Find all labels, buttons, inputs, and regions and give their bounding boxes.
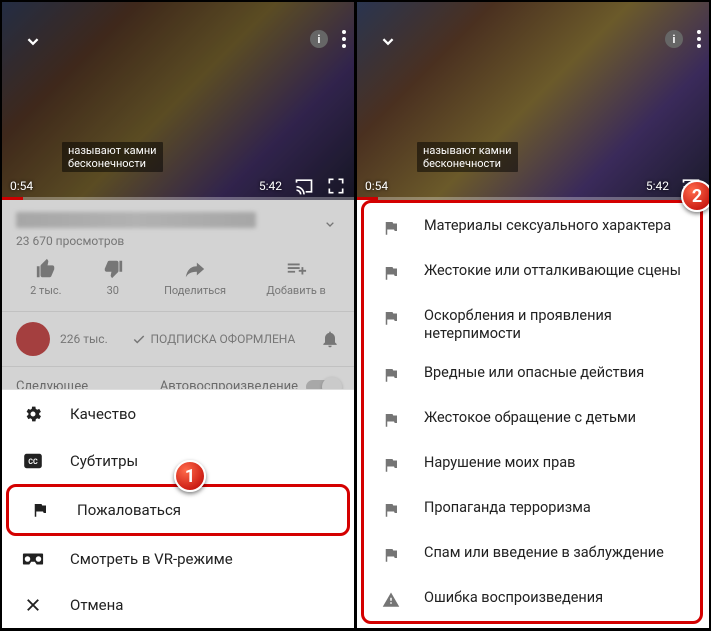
reason-terrorism[interactable]: Пропаганда терроризма [364, 489, 700, 534]
reason-child-abuse[interactable]: Жестокое обращение с детьми [364, 399, 700, 444]
flag-icon [382, 544, 402, 569]
info-card-button[interactable]: i [665, 30, 683, 48]
vr-option[interactable]: Смотреть в VR-режиме [2, 536, 354, 582]
time-total: 5:42 [646, 179, 669, 193]
quality-option[interactable]: Качество [2, 390, 354, 438]
time-total: 5:42 [259, 179, 282, 193]
cardboard-icon [22, 551, 44, 567]
time-elapsed: 0:54 [10, 179, 33, 193]
subscribe-button[interactable]: ПОДПИСКА ОФОРМЛЕНА [118, 332, 310, 346]
bell-icon[interactable] [320, 329, 340, 349]
video-player[interactable]: i называют камни бесконечности 0:54 5:42 [357, 2, 709, 200]
dislike-button[interactable]: 30 [102, 258, 124, 297]
svg-text:CC: CC [28, 457, 38, 466]
expand-description-icon[interactable] [322, 216, 338, 232]
flag-icon [29, 501, 51, 519]
flag-icon [382, 217, 402, 242]
reason-sexual[interactable]: Материалы сексуального характера [364, 207, 700, 252]
reason-spam[interactable]: Спам или введение в заблуждение [364, 534, 700, 579]
player-overflow-button[interactable] [342, 30, 346, 48]
flag-icon [382, 262, 402, 287]
caption-overlay: называют камни бесконечности [62, 142, 163, 172]
flag-icon [382, 454, 402, 479]
video-title [16, 212, 256, 228]
reason-violent[interactable]: Жестокие или отталкивающие сцены [364, 252, 700, 297]
reason-rights[interactable]: Нарушение моих прав [364, 444, 700, 489]
info-card-button[interactable]: i [310, 30, 328, 48]
callout-2: 2 [681, 180, 709, 212]
options-sheet: Качество CC Субтитры Пожаловаться Смотре… [2, 389, 354, 628]
report-option[interactable]: Пожаловаться [6, 484, 350, 536]
share-button[interactable]: Поделиться [164, 258, 226, 297]
collapse-player-button[interactable] [377, 30, 399, 56]
channel-avatar[interactable] [16, 322, 50, 356]
reason-harmful[interactable]: Вредные или опасные действия [364, 354, 700, 399]
flag-icon [382, 364, 402, 389]
flag-icon [382, 499, 402, 524]
collapse-player-button[interactable] [22, 30, 44, 56]
view-count: 23 670 просмотров [16, 234, 340, 248]
like-button[interactable]: 2 тыс. [30, 258, 61, 297]
gear-icon [22, 404, 44, 424]
callout-1: 1 [174, 460, 206, 492]
time-elapsed: 0:54 [365, 179, 388, 193]
cancel-option[interactable]: Отмена [2, 582, 354, 628]
close-icon [22, 596, 44, 614]
flag-icon [382, 409, 402, 434]
subscriber-count: 226 тыс. [60, 332, 108, 346]
caption-overlay: называют камни бесконечности [417, 142, 518, 172]
report-reasons-sheet: Материалы сексуального характера Жестоки… [361, 200, 703, 624]
flag-icon [382, 307, 402, 332]
add-to-button[interactable]: Добавить в [266, 258, 326, 297]
player-overflow-button[interactable] [697, 30, 701, 48]
warning-icon [382, 589, 402, 614]
cast-icon[interactable] [294, 176, 314, 196]
reason-playback-error[interactable]: Ошибка воспроизведения [364, 579, 700, 624]
video-player[interactable]: i называют камни бесконечности 0:54 5:42 [2, 2, 354, 200]
reason-hateful[interactable]: Оскорбления и проявления нетерпимости [364, 297, 700, 353]
captions-icon: CC [22, 453, 44, 469]
screenshot-right: i называют камни бесконечности 0:54 5:42… [357, 2, 709, 628]
screenshot-left: i называют камни бесконечности 0:54 5:42… [2, 2, 354, 628]
fullscreen-icon[interactable] [326, 176, 346, 196]
